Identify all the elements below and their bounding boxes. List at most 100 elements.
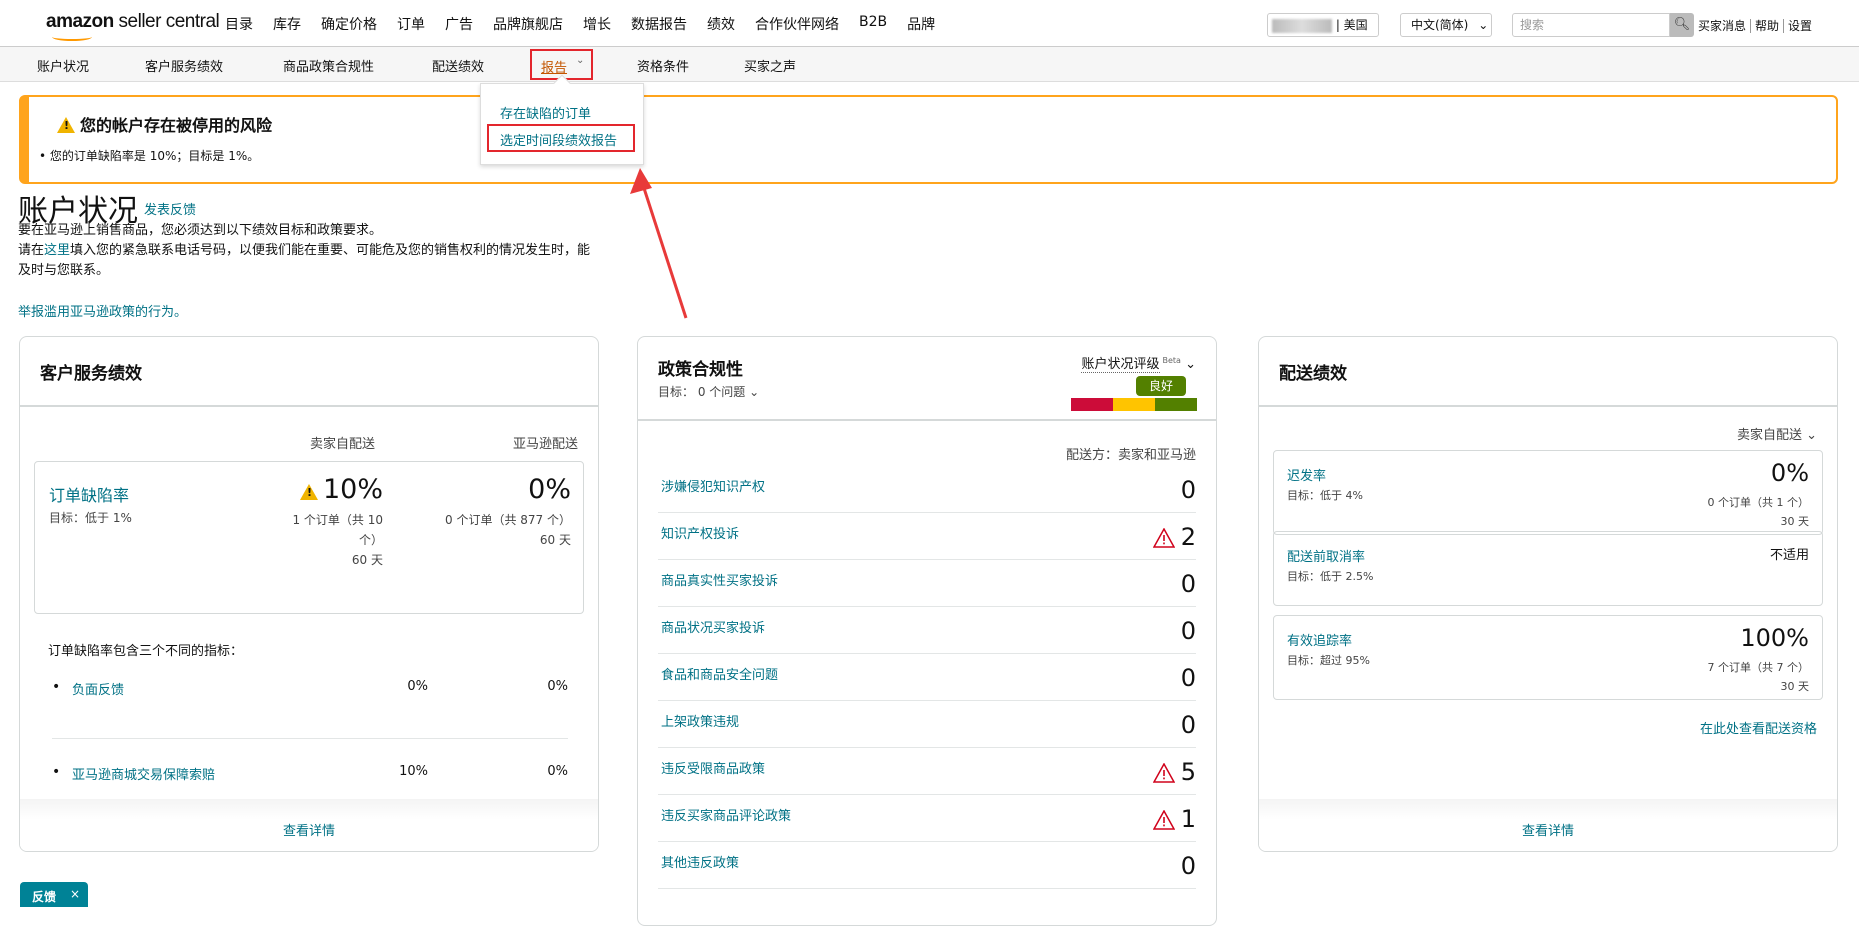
policy-row-count: 1 — [1180, 805, 1196, 833]
chevron-down-icon: ⌄ — [1806, 428, 1817, 443]
policy-target-select[interactable]: 目标： 0 个问题 ⌄ — [658, 383, 759, 400]
policy-compliance-card: 政策合规性 目标： 0 个问题 ⌄ 账户状况评级 Beta ⌄ 良好 配送方：卖家… — [637, 336, 1217, 926]
odr-target: 目标：低于 1% — [49, 511, 132, 525]
nav-pricing[interactable]: 确定价格 — [321, 14, 377, 34]
policy-target: 目标： 0 个问题 — [658, 385, 746, 399]
red-arrow-annotation — [630, 168, 688, 319]
policy-row-value: 5 — [1152, 758, 1196, 786]
policy-row-value: 0 — [1181, 711, 1196, 739]
policy-row: 食品和商品安全问题 0 — [658, 654, 1196, 701]
policy-row-value: 0 — [1181, 476, 1196, 504]
metric-link[interactable]: 负面反馈 — [72, 679, 124, 698]
tab-customer-service[interactable]: 客户服务绩效 — [145, 56, 223, 75]
shipping-metric-box: 有效追踪率 目标：超过 95% 100% 7 个订单（共 7 个） 30 天 — [1273, 615, 1823, 700]
nav-brands[interactable]: 品牌 — [907, 14, 935, 34]
marketplace-label: 美国 — [1343, 18, 1368, 32]
help-link[interactable]: 帮助 — [1750, 19, 1784, 33]
tab-account-health[interactable]: 账户状况 — [37, 56, 89, 75]
policy-row-link[interactable]: 商品真实性买家投诉 — [661, 570, 778, 589]
account-name-blurred — [1272, 18, 1332, 33]
health-rating-select[interactable]: 账户状况评级 Beta ⌄ — [1081, 353, 1196, 373]
shipping-metric-target: 目标：超过 95% — [1287, 654, 1370, 667]
policy-row-count: 0 — [1180, 711, 1196, 739]
nav-advertising[interactable]: 广告 — [445, 14, 473, 34]
policy-row-value: 0 — [1181, 570, 1196, 598]
policy-row-count: 0 — [1180, 852, 1196, 880]
nav-orders[interactable]: 订单 — [397, 14, 425, 34]
odr-link[interactable]: 订单缺陷率 — [49, 482, 129, 506]
marketplace-switcher[interactable]: | 美国 — [1267, 13, 1379, 37]
view-details-link[interactable]: 查看详情 — [1259, 799, 1837, 851]
fulfillment-select-value: 卖家自配送 — [1736, 428, 1802, 443]
search-button[interactable]: 🔍︎ — [1670, 13, 1694, 37]
policy-row-link[interactable]: 上架政策违规 — [661, 711, 739, 730]
odr-metric-item: • 负面反馈 0% 0% — [52, 677, 568, 739]
policy-row: 上架政策违规 0 — [658, 701, 1196, 748]
policy-row-count: 2 — [1180, 523, 1196, 551]
nav-partner-network[interactable]: 合作伙伴网络 — [755, 14, 839, 34]
intro-line-1: 要在亚马逊上销售商品，您必须达到以下绩效目标和政策要求。 — [18, 223, 383, 238]
tab-voice-of-customer[interactable]: 买家之声 — [744, 56, 796, 75]
tab-policy-compliance[interactable]: 商品政策合规性 — [283, 56, 374, 75]
shipping-metric-orders: 0 个订单（共 1 个） — [1707, 496, 1810, 509]
menu-item-defective-orders[interactable]: 存在缺陷的订单 — [500, 103, 591, 122]
nav-reports[interactable]: 数据报告 — [631, 14, 687, 34]
report-abuse-link[interactable]: 举报滥用亚马逊政策的行为。 — [18, 301, 187, 320]
fulfillment-select[interactable]: 卖家自配送 ⌄ — [1737, 424, 1817, 443]
feedback-link[interactable]: 发表反馈 — [144, 199, 196, 218]
menu-item-period-performance-report[interactable]: 选定时间段绩效报告 — [487, 124, 635, 152]
policy-row-value: 2 — [1152, 523, 1196, 551]
nav-performance[interactable]: 绩效 — [707, 14, 735, 34]
odr-fba-value: 0% — [528, 474, 571, 505]
nav-stores[interactable]: 品牌旗舰店 — [493, 14, 563, 34]
amazon-seller-central-logo[interactable]: amazon seller central — [46, 11, 220, 41]
beta-badge: Beta — [1162, 355, 1181, 365]
language-select[interactable]: 中文(简体) ⌄ — [1400, 13, 1492, 37]
rating-bar — [1071, 398, 1197, 411]
reports-dropdown: 存在缺陷的订单 选定时间段绩效报告 — [480, 83, 644, 165]
language-value: 中文(简体) — [1411, 18, 1469, 32]
policy-row-link[interactable]: 违反买家商品评论政策 — [661, 805, 791, 824]
alert-title-text: 您的帐户存在被停用的风险 — [80, 116, 273, 135]
odr-fba-orders: 0 个订单（共 877 个） — [445, 513, 571, 527]
policy-row: 违反受限商品政策 5 — [658, 748, 1196, 795]
policy-row-link[interactable]: 食品和商品安全问题 — [661, 664, 778, 683]
shipping-metric-value: 0% — [1770, 459, 1809, 487]
policy-row-link[interactable]: 知识产权投诉 — [661, 523, 739, 542]
policy-row-value: 1 — [1152, 805, 1196, 833]
policy-row-link[interactable]: 其他违反政策 — [661, 852, 739, 871]
rating-segment — [1071, 398, 1113, 411]
intro-text-a: 请在 — [18, 243, 45, 258]
policy-row-link[interactable]: 商品状况买家投诉 — [661, 617, 765, 636]
policy-row-link[interactable]: 涉嫌侵犯知识产权 — [661, 476, 765, 495]
nav-catalog[interactable]: 目录 — [225, 14, 253, 34]
feedback-tab[interactable]: 反馈 × — [20, 882, 88, 907]
nav-b2b[interactable]: B2B — [859, 14, 887, 34]
tab-eligibility[interactable]: 资格条件 — [637, 56, 689, 75]
top-bar: amazon seller central 目录 库存 确定价格 订单 广告 品… — [0, 0, 1859, 47]
nav-growth[interactable]: 增长 — [583, 14, 611, 34]
shipping-metric-link[interactable]: 配送前取消率 — [1287, 546, 1365, 565]
policy-row-link[interactable]: 违反受限商品政策 — [661, 758, 765, 777]
alert-banner: 您的帐户存在被停用的风险 • 您的订单缺陷率是 10%；目标是 1%。 — [19, 95, 1838, 184]
metric-link[interactable]: 亚马逊商城交易保障索赔 — [72, 764, 215, 783]
here-link[interactable]: 这里 — [44, 243, 70, 258]
view-details-link[interactable]: 查看详情 — [20, 799, 598, 851]
policy-row-value: 0 — [1181, 664, 1196, 692]
close-icon[interactable]: × — [70, 887, 80, 901]
search-input[interactable]: 搜索 — [1512, 13, 1670, 37]
shipping-metric-link[interactable]: 有效追踪率 — [1287, 630, 1352, 649]
buyer-messages-link[interactable]: 买家消息 — [1698, 19, 1750, 33]
shipping-metric-box: 迟发率 目标：低于 4% 0% 0 个订单（共 1 个） 30 天 — [1273, 450, 1823, 535]
odr-fbm-detail: 1 个订单（共 10 个） 60 天 — [283, 510, 383, 570]
nav-inventory[interactable]: 库存 — [273, 14, 301, 34]
shipping-metric-link[interactable]: 迟发率 — [1287, 465, 1326, 484]
tab-reports-label: 报告 — [541, 61, 568, 76]
odr-fba-detail: 0 个订单（共 877 个） 60 天 — [445, 510, 571, 550]
policy-row-count: 0 — [1180, 617, 1196, 645]
settings-link[interactable]: 设置 — [1783, 19, 1817, 33]
policy-row-value: 0 — [1181, 852, 1196, 880]
shipping-eligibility-link[interactable]: 在此处查看配送资格 — [1700, 718, 1817, 737]
tab-shipping-performance[interactable]: 配送绩效 — [432, 56, 484, 75]
feedback-tab-label: 反馈 — [32, 890, 57, 904]
